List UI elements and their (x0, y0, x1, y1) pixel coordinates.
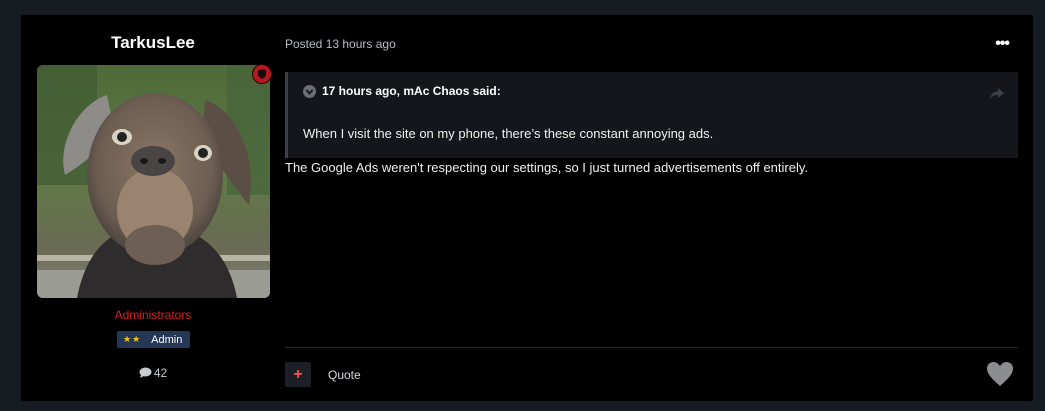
post-body: The Google Ads weren't respecting our se… (285, 160, 808, 175)
comment-bubble-icon (139, 367, 152, 381)
rank-label: Admin (151, 333, 183, 346)
shield-icon (252, 64, 272, 84)
multiquote-button[interactable]: + (285, 362, 311, 387)
post-timestamp[interactable]: Posted 13 hours ago (285, 37, 396, 51)
author-group: Administrators (114, 308, 192, 322)
post-divider (285, 347, 1018, 348)
chevron-down-icon[interactable] (303, 84, 316, 98)
rank-stars-icon: ★★ (123, 334, 142, 344)
post-content: Posted 13 hours ago ••• 17 hours ago, mA… (285, 15, 1033, 401)
forum-post: TarkusLee Administrators ★★ Admin 42 Pos… (21, 15, 1033, 401)
post-count[interactable]: 42 (21, 366, 285, 381)
heart-icon[interactable] (986, 361, 1014, 387)
quote-block: 17 hours ago, mAc Chaos said: When I vis… (285, 72, 1018, 158)
dog-photo-avatar-image (37, 65, 270, 298)
rank-badge: ★★ Admin (117, 331, 190, 348)
quote-citation[interactable]: 17 hours ago, mAc Chaos said: (303, 84, 501, 98)
quote-text: When I visit the site on my phone, there… (303, 126, 714, 141)
author-username[interactable]: TarkusLee (21, 33, 285, 53)
avatar[interactable] (37, 65, 270, 298)
author-panel: TarkusLee Administrators ★★ Admin 42 (21, 15, 285, 401)
more-options-button[interactable]: ••• (995, 35, 1010, 53)
quote-citation-text: 17 hours ago, mAc Chaos said: (322, 84, 501, 98)
share-arrow-icon[interactable] (990, 86, 1004, 104)
quote-button[interactable]: Quote (328, 368, 361, 382)
post-count-value: 42 (153, 366, 168, 380)
